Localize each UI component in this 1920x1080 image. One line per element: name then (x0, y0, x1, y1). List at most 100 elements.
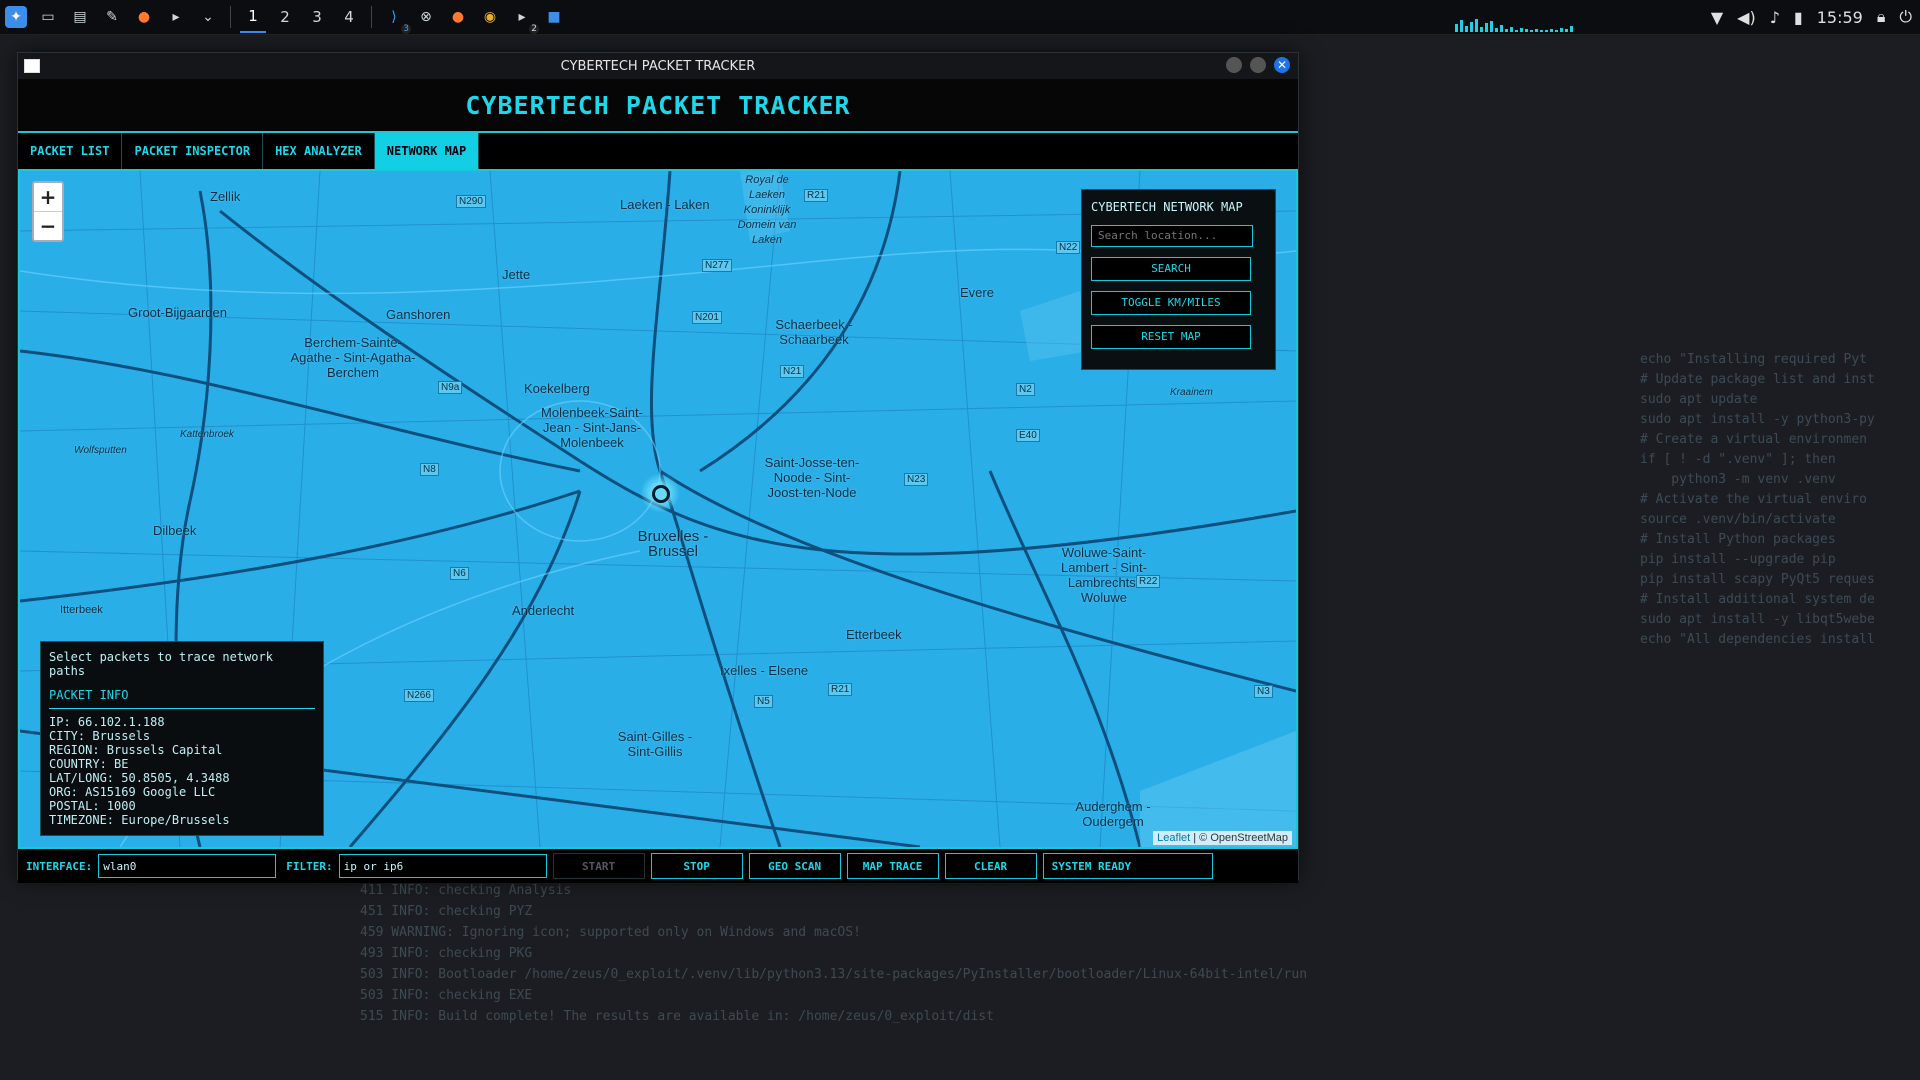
osm-attribution[interactable]: | © OpenStreetMap (1193, 832, 1288, 844)
chrome-icon[interactable]: ◉ (479, 6, 501, 28)
window-titlebar[interactable]: CYBERTECH PACKET TRACKER ✕ (18, 53, 1298, 79)
file-manager-icon[interactable]: ▤ (69, 6, 91, 28)
interface-select[interactable]: wlan0 (98, 854, 277, 878)
map-label: Berchem-Sainte-Agathe - Sint-Agatha-Berc… (290, 335, 416, 380)
geo-scan-button[interactable]: GEO SCAN (748, 853, 841, 879)
terminal-line: 503 INFO: checking EXE (360, 988, 533, 1003)
map-label: Kraainem (1170, 387, 1213, 398)
code-line: sudo apt install -y libqt5webe (1640, 612, 1875, 627)
map-label: Jette (502, 267, 531, 282)
toggle-units-button[interactable]: TOGGLE KM/MILES (1091, 290, 1251, 315)
code-line: pip install scapy PyQt5 reques (1640, 572, 1875, 587)
start-button[interactable]: START (552, 853, 645, 879)
road-tag: N5 (754, 695, 773, 708)
network-map[interactable]: Zellik Laeken - Laken Royal de Laeken Ko… (18, 171, 1298, 847)
code-line: # Install additional system de (1640, 592, 1875, 607)
desktop-icon[interactable]: ▭ (37, 6, 59, 28)
map-label: Evere (960, 285, 994, 300)
background-editor: echo "Installing required Pyt # Update pa… (1640, 350, 1875, 650)
road-tag: N9a (438, 381, 463, 394)
terminal-line: 515 INFO: Build complete! The results ar… (360, 1009, 994, 1024)
road-tag: N201 (692, 311, 722, 324)
battery-icon[interactable]: ▮ (1794, 8, 1803, 27)
stop-button[interactable]: STOP (650, 853, 743, 879)
volume-icon[interactable]: ◀) (1737, 8, 1756, 27)
map-label: Saint-Gilles - Sint-Gillis (617, 729, 693, 759)
interface-label: INTERFACE: (26, 859, 93, 873)
map-label: Wolfsputten (74, 445, 127, 456)
tab-packet-list[interactable]: PACKET LIST (18, 133, 123, 169)
packet-info-timezone: TIMEZONE: Europe/Brussels (49, 813, 230, 827)
chevron-down-icon[interactable]: ⌄ (197, 6, 219, 28)
map-label: Etterbeek (846, 627, 902, 642)
folder-icon[interactable]: ■ (543, 6, 565, 28)
workspace-1[interactable]: 1 (240, 1, 266, 33)
code-line: # Install Python packages (1640, 532, 1836, 547)
search-button[interactable]: SEARCH (1091, 256, 1251, 281)
packet-info-city: CITY: Brussels (49, 729, 151, 743)
workspace-2[interactable]: 2 (272, 2, 298, 32)
power-icon[interactable]: ⏻ (1899, 7, 1912, 27)
tab-hex-analyzer[interactable]: HEX ANALYZER (263, 133, 375, 169)
road-tag: N277 (702, 259, 732, 272)
map-label: Zellik (210, 189, 241, 204)
firefox-icon[interactable]: ● (447, 6, 469, 28)
window-icon (24, 59, 40, 73)
code-line: source .venv/bin/activate (1640, 512, 1836, 527)
packet-info-country: COUNTRY: BE (49, 757, 129, 771)
code-line: echo "All dependencies install (1640, 632, 1875, 647)
map-trace-button[interactable]: MAP TRACE (846, 853, 939, 879)
zoom-in-button[interactable]: + (34, 183, 62, 212)
workspace-4[interactable]: 4 (336, 2, 362, 32)
tab-network-map[interactable]: NETWORK MAP (374, 133, 480, 169)
filter-input[interactable]: ip or ip6 (338, 854, 547, 878)
network-map-panel: CYBERTECH NETWORK MAP SEARCH TOGGLE KM/M… (1081, 189, 1276, 370)
tab-packet-inspector[interactable]: PACKET INSPECTOR (122, 133, 264, 169)
road-tag: R21 (804, 189, 829, 202)
code-line: # Activate the virtual enviro (1640, 492, 1867, 507)
location-search-input[interactable] (1091, 224, 1253, 247)
app-menu-icon[interactable]: ✦ (5, 6, 27, 28)
leaflet-link[interactable]: Leaflet (1157, 832, 1190, 844)
code-line: pip install --upgrade pip (1640, 552, 1836, 567)
network-tool-icon[interactable]: ⊗ (415, 6, 437, 28)
packet-info-postal: POSTAL: 1000 (49, 799, 136, 813)
audio-visualizer (1455, 18, 1573, 32)
terminal-badge: 2 (529, 24, 539, 34)
terminal-icon[interactable]: ▸ (165, 6, 187, 28)
road-tag: N22 (1056, 241, 1081, 254)
map-label: Molenbeek-Saint-Jean - Sint-Jans-Molenbe… (541, 405, 643, 450)
text-editor-icon[interactable]: ✎ (101, 6, 123, 28)
map-label: Laeken - Laken (620, 197, 710, 212)
close-button[interactable]: ✕ (1274, 57, 1290, 73)
zoom-control: + − (32, 181, 64, 242)
terminal-line: 451 INFO: checking PYZ (360, 904, 533, 919)
road-tag: N2 (1016, 383, 1035, 396)
lock-icon[interactable]: 🔒︎ (1877, 7, 1886, 27)
road-tag: N266 (404, 689, 434, 702)
location-marker[interactable] (640, 473, 680, 513)
reset-map-button[interactable]: RESET MAP (1091, 324, 1251, 349)
workspace-3[interactable]: 3 (304, 2, 330, 32)
road-tag: N8 (420, 463, 439, 476)
firefox-icon[interactable]: ● (133, 6, 155, 28)
code-line: # Create a virtual environmen (1640, 432, 1867, 447)
zoom-out-button[interactable]: − (34, 212, 62, 240)
packet-info-org: ORG: AS15169 Google LLC (49, 785, 216, 799)
code-line: if [ ! -d ".venv" ]; then (1640, 452, 1836, 467)
maximize-button[interactable] (1250, 57, 1266, 73)
map-label: Bruxelles - Brussel (637, 528, 709, 560)
road-tag: N290 (456, 195, 486, 208)
code-line: python3 -m venv .venv (1640, 472, 1836, 487)
packet-info-ip: IP: 66.102.1.188 (49, 715, 165, 729)
vscode-icon[interactable]: ⟩ 3 (383, 6, 411, 34)
wifi-icon[interactable]: ▼ (1711, 8, 1723, 27)
minimize-button[interactable] (1226, 57, 1242, 73)
notification-icon[interactable]: ♪ (1770, 8, 1780, 27)
terminal-icon[interactable]: ▸ 2 (511, 6, 539, 34)
clock[interactable]: 15:59 (1817, 8, 1863, 27)
road-tag: N23 (904, 473, 929, 486)
map-label: Auderghem - Oudergem (1075, 799, 1151, 829)
road-tag: N21 (780, 365, 805, 378)
clear-button[interactable]: CLEAR (944, 853, 1037, 879)
